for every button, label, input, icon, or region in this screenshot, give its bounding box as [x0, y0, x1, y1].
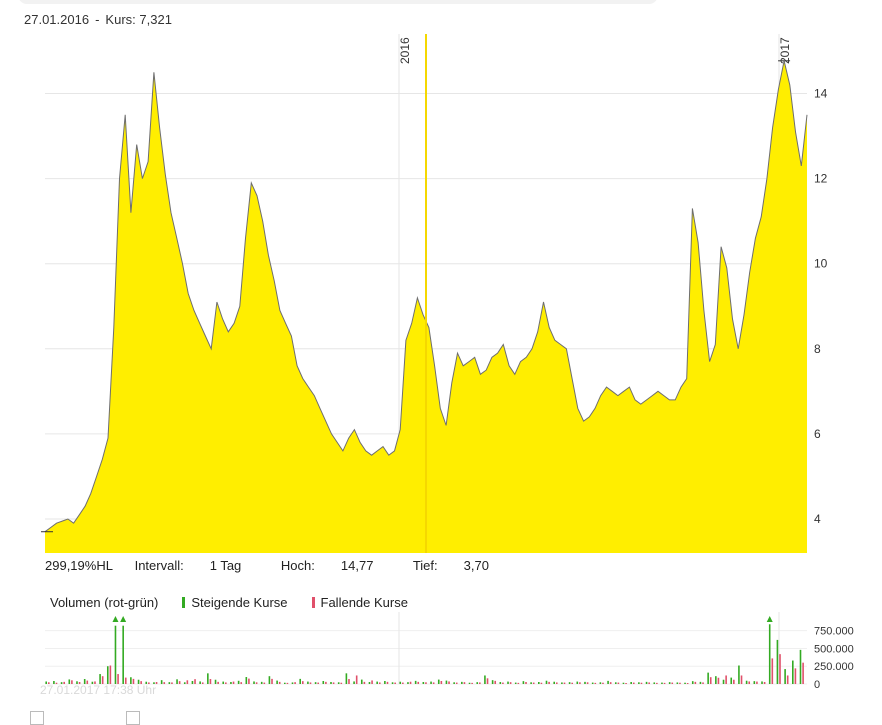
y-tick-label: 6: [814, 427, 821, 441]
y-tick-label: 4: [814, 512, 821, 526]
overflow-arrow: [112, 616, 119, 622]
year-label: 2016: [398, 37, 412, 64]
y-tick-label: 10: [814, 257, 828, 271]
stat-low-label: Tief:: [412, 558, 438, 573]
stat-change: 299,19%HL: [45, 558, 113, 573]
volume-tick-label: 0: [814, 679, 820, 691]
stat-interval-label: Intervall:: [134, 558, 184, 573]
volume-legend-falling: Fallende Kurse: [320, 595, 408, 610]
stat-high-value: 14,77: [340, 558, 374, 573]
volume-chart: 750.000 500.000 250.000 0 27.01.2017 17:38 U…: [40, 612, 854, 697]
falling-marker: [311, 597, 315, 608]
volume-tick-label: 500.000: [814, 643, 854, 655]
volume-tick-label: 250.000: [814, 661, 854, 673]
checkbox-1[interactable]: [30, 711, 44, 725]
y-tick-label: 14: [814, 87, 828, 101]
volume-legend: Volumen (rot-grün) Steigende Kurse Falle…: [50, 595, 408, 610]
volume-tick-label: 750.000: [814, 626, 854, 638]
volume-legend-title: Volumen (rot-grün): [50, 595, 159, 610]
stat-high-label: Hoch:: [280, 558, 315, 573]
volume-legend-rising: Steigende Kurse: [191, 595, 288, 610]
stat-interval-value: 1 Tag: [209, 558, 242, 573]
year-label: 2017: [778, 37, 792, 64]
overflow-arrow: [766, 616, 773, 622]
checkbox-2[interactable]: [126, 711, 140, 725]
stat-low-value: 3,70: [463, 558, 489, 573]
rising-marker: [182, 597, 186, 608]
overflow-arrow: [120, 616, 127, 622]
stats-bar: 299,19%HL Intervall: 1 Tag Hoch: 14,77 Tie…: [45, 558, 525, 573]
y-tick-label: 8: [814, 342, 821, 356]
y-tick-label: 12: [814, 172, 828, 186]
timestamp: 27.01.2017 17:38 Uhr: [40, 683, 156, 697]
